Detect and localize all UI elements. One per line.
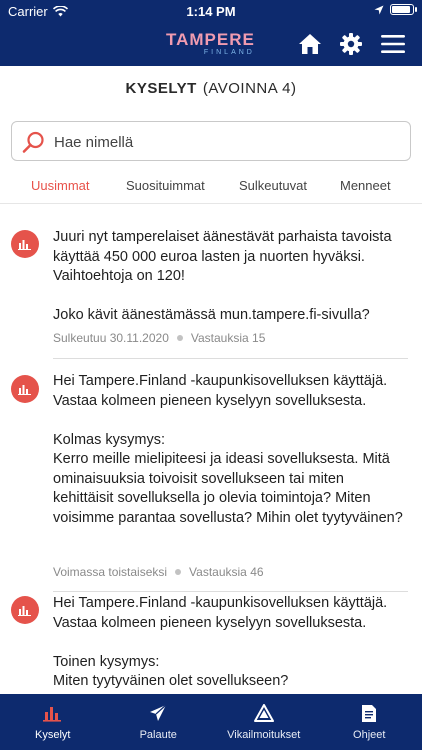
tab-uusimmat[interactable]: Uusimmat — [31, 178, 90, 193]
survey-answers: Vastauksia 15 — [190, 331, 266, 345]
survey-meta: Voimassa toistaiseksi Vastauksia 46 — [53, 565, 264, 579]
survey-badge — [11, 230, 39, 258]
filter-tabs: Uusimmat Suosituimmat Sulkeutuvat Mennee… — [0, 170, 422, 204]
survey-question-heading: Kolmas kysymys: — [53, 431, 165, 448]
survey-badge — [11, 596, 39, 624]
bar-chart-icon — [18, 240, 31, 250]
survey-meta: Sulkeutuu 30.11.2020 Vastauksia 15 — [53, 331, 265, 345]
list-divider — [53, 358, 408, 359]
survey-text: Hei Tampere.Finland -kaupunkisovelluksen… — [53, 594, 403, 692]
status-right — [374, 4, 417, 15]
location-arrow-icon — [374, 5, 384, 14]
logo-sub-text: FINLAND — [203, 49, 255, 56]
survey-list: Juuri nyt tamperelaiset äänestävät parha… — [0, 210, 422, 694]
document-icon — [362, 705, 377, 722]
survey-text: Juuri nyt tamperelaiset äänestävät parha… — [53, 228, 403, 326]
page-title-label: KYSELYT — [125, 80, 197, 97]
home-button[interactable] — [297, 31, 323, 57]
search-icon — [22, 131, 44, 153]
survey-intro: Juuri nyt tamperelaiset äänestävät parha… — [53, 229, 392, 284]
home-icon — [299, 34, 321, 54]
survey-question: Miten tyytyväinen olet sovellukseen? — [53, 673, 289, 689]
survey-answers: Vastauksia 46 — [189, 565, 264, 579]
warning-icon — [253, 704, 274, 722]
bar-chart-icon — [42, 707, 61, 722]
settings-button[interactable] — [338, 31, 364, 57]
gear-icon — [340, 33, 362, 55]
list-divider — [53, 591, 408, 592]
nav-kyselyt[interactable]: Kyselyt — [0, 694, 106, 750]
nav-vikailmoitukset[interactable]: Vikailmoitukset — [211, 694, 317, 750]
app-header: TAMPERE FINLAND — [0, 22, 422, 66]
separator-dot — [176, 335, 183, 341]
nav-palaute[interactable]: Palaute — [106, 694, 212, 750]
paper-plane-icon — [150, 704, 167, 721]
bar-chart-icon — [18, 606, 31, 616]
battery-icon — [390, 4, 417, 15]
tab-menneet[interactable]: Menneet — [340, 178, 391, 193]
bar-chart-icon — [18, 385, 31, 395]
survey-intro: Hei Tampere.Finland -kaupunkisovelluksen… — [53, 373, 388, 409]
bottom-nav: Kyselyt Palaute Vikailmoitukset Ohjeet — [0, 694, 422, 750]
menu-icon — [381, 35, 405, 53]
survey-status: Sulkeutuu 30.11.2020 — [53, 331, 169, 345]
page-title-count: (AVOINNA 4) — [202, 80, 297, 97]
tampere-logo: TAMPERE FINLAND — [166, 30, 255, 56]
survey-text: Hei Tampere.Finland -kaupunkisovelluksen… — [53, 372, 403, 528]
survey-intro: Hei Tampere.Finland -kaupunkisovelluksen… — [53, 595, 388, 631]
survey-question: Kerro meille mielipiteesi ja ideasi sove… — [53, 451, 403, 526]
nav-label: Palaute — [139, 729, 177, 741]
survey-question: Joko kävit äänestämässä mun.tampere.fi-s… — [53, 307, 370, 323]
nav-label: Kyselyt — [35, 729, 71, 741]
tab-sulkeutuvat[interactable]: Sulkeutuvat — [239, 178, 307, 193]
clock: 1:14 PM — [186, 4, 236, 19]
tab-suosituimmat[interactable]: Suosituimmat — [126, 178, 205, 193]
separator-dot — [175, 569, 182, 575]
survey-question-heading: Toinen kysymys: — [53, 653, 160, 670]
menu-button[interactable] — [380, 31, 406, 57]
nav-ohjeet[interactable]: Ohjeet — [317, 694, 422, 750]
nav-label: Vikailmoitukset — [227, 729, 301, 741]
search-input[interactable] — [54, 130, 394, 154]
logo-main-text: TAMPERE — [166, 30, 255, 49]
nav-label: Ohjeet — [353, 729, 386, 741]
status-bar: Carrier 1:14 PM — [0, 0, 422, 22]
search-box — [11, 121, 411, 161]
page-title: KYSELYT (AVOINNA 4) — [0, 66, 422, 112]
survey-status: Voimassa toistaiseksi — [53, 565, 168, 579]
survey-badge — [11, 375, 39, 403]
